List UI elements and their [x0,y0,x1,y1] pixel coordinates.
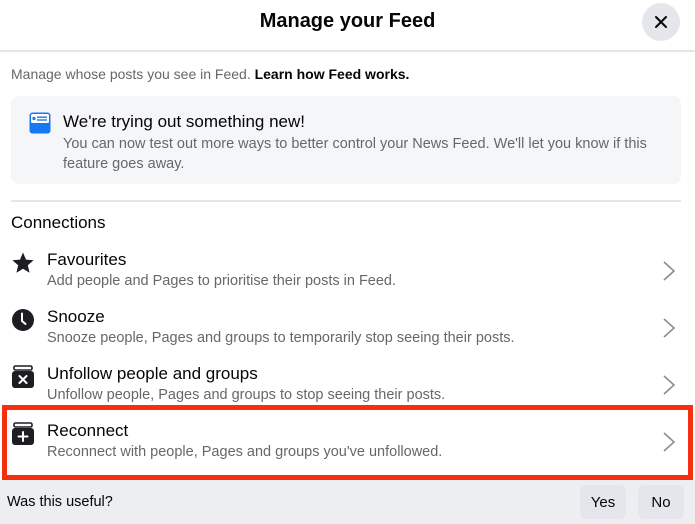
notice-title: We're trying out something new! [63,112,305,131]
learn-how-feed-works-link[interactable]: Learn how Feed works. [255,66,410,82]
close-button[interactable] [642,3,680,41]
reconnect-description: Reconnect with people, Pages and groups … [47,444,443,460]
unfollow-description: Unfollow people, Pages and groups to sto… [47,387,446,403]
favourites-title: Favourites [47,250,127,269]
chevron-right-icon [663,318,676,338]
unfollow-icon [12,365,34,388]
star-icon [12,252,34,273]
snooze-title: Snooze [47,307,105,326]
reconnect-item[interactable]: Reconnect Reconnect with people, Pages a… [0,419,695,475]
feed-card-icon [29,112,51,134]
favourites-item[interactable]: Favourites Add people and Pages to prior… [0,248,695,304]
section-divider [11,200,681,202]
clock-icon [12,309,34,331]
no-button[interactable]: No [638,485,684,519]
chevron-right-icon [663,261,676,281]
intro-text: Manage whose posts you see in Feed. Lear… [11,66,409,82]
connections-heading: Connections [11,213,106,232]
chevron-right-icon [663,432,676,452]
intro-description: Manage whose posts you see in Feed. [11,66,255,82]
dialog-header: Manage your Feed [0,0,695,52]
reconnect-title: Reconnect [47,421,129,440]
feedback-footer: Was this useful? Yes No [0,480,695,524]
snooze-description: Snooze people, Pages and groups to tempo… [47,330,515,346]
unfollow-title: Unfollow people and groups [47,364,258,383]
feedback-question: Was this useful? [7,494,113,510]
notice-card: We're trying out something new! You can … [11,96,681,184]
dialog-title: Manage your Feed [259,10,436,32]
reconnect-icon [12,422,34,445]
notice-text: You can now test out more ways to better… [63,136,647,172]
chevron-right-icon [663,375,676,395]
close-icon [655,16,667,28]
unfollow-item[interactable]: Unfollow people and groups Unfollow peop… [0,362,695,418]
favourites-description: Add people and Pages to prioritise their… [47,273,397,289]
yes-button[interactable]: Yes [580,485,626,519]
snooze-item[interactable]: Snooze Snooze people, Pages and groups t… [0,305,695,361]
